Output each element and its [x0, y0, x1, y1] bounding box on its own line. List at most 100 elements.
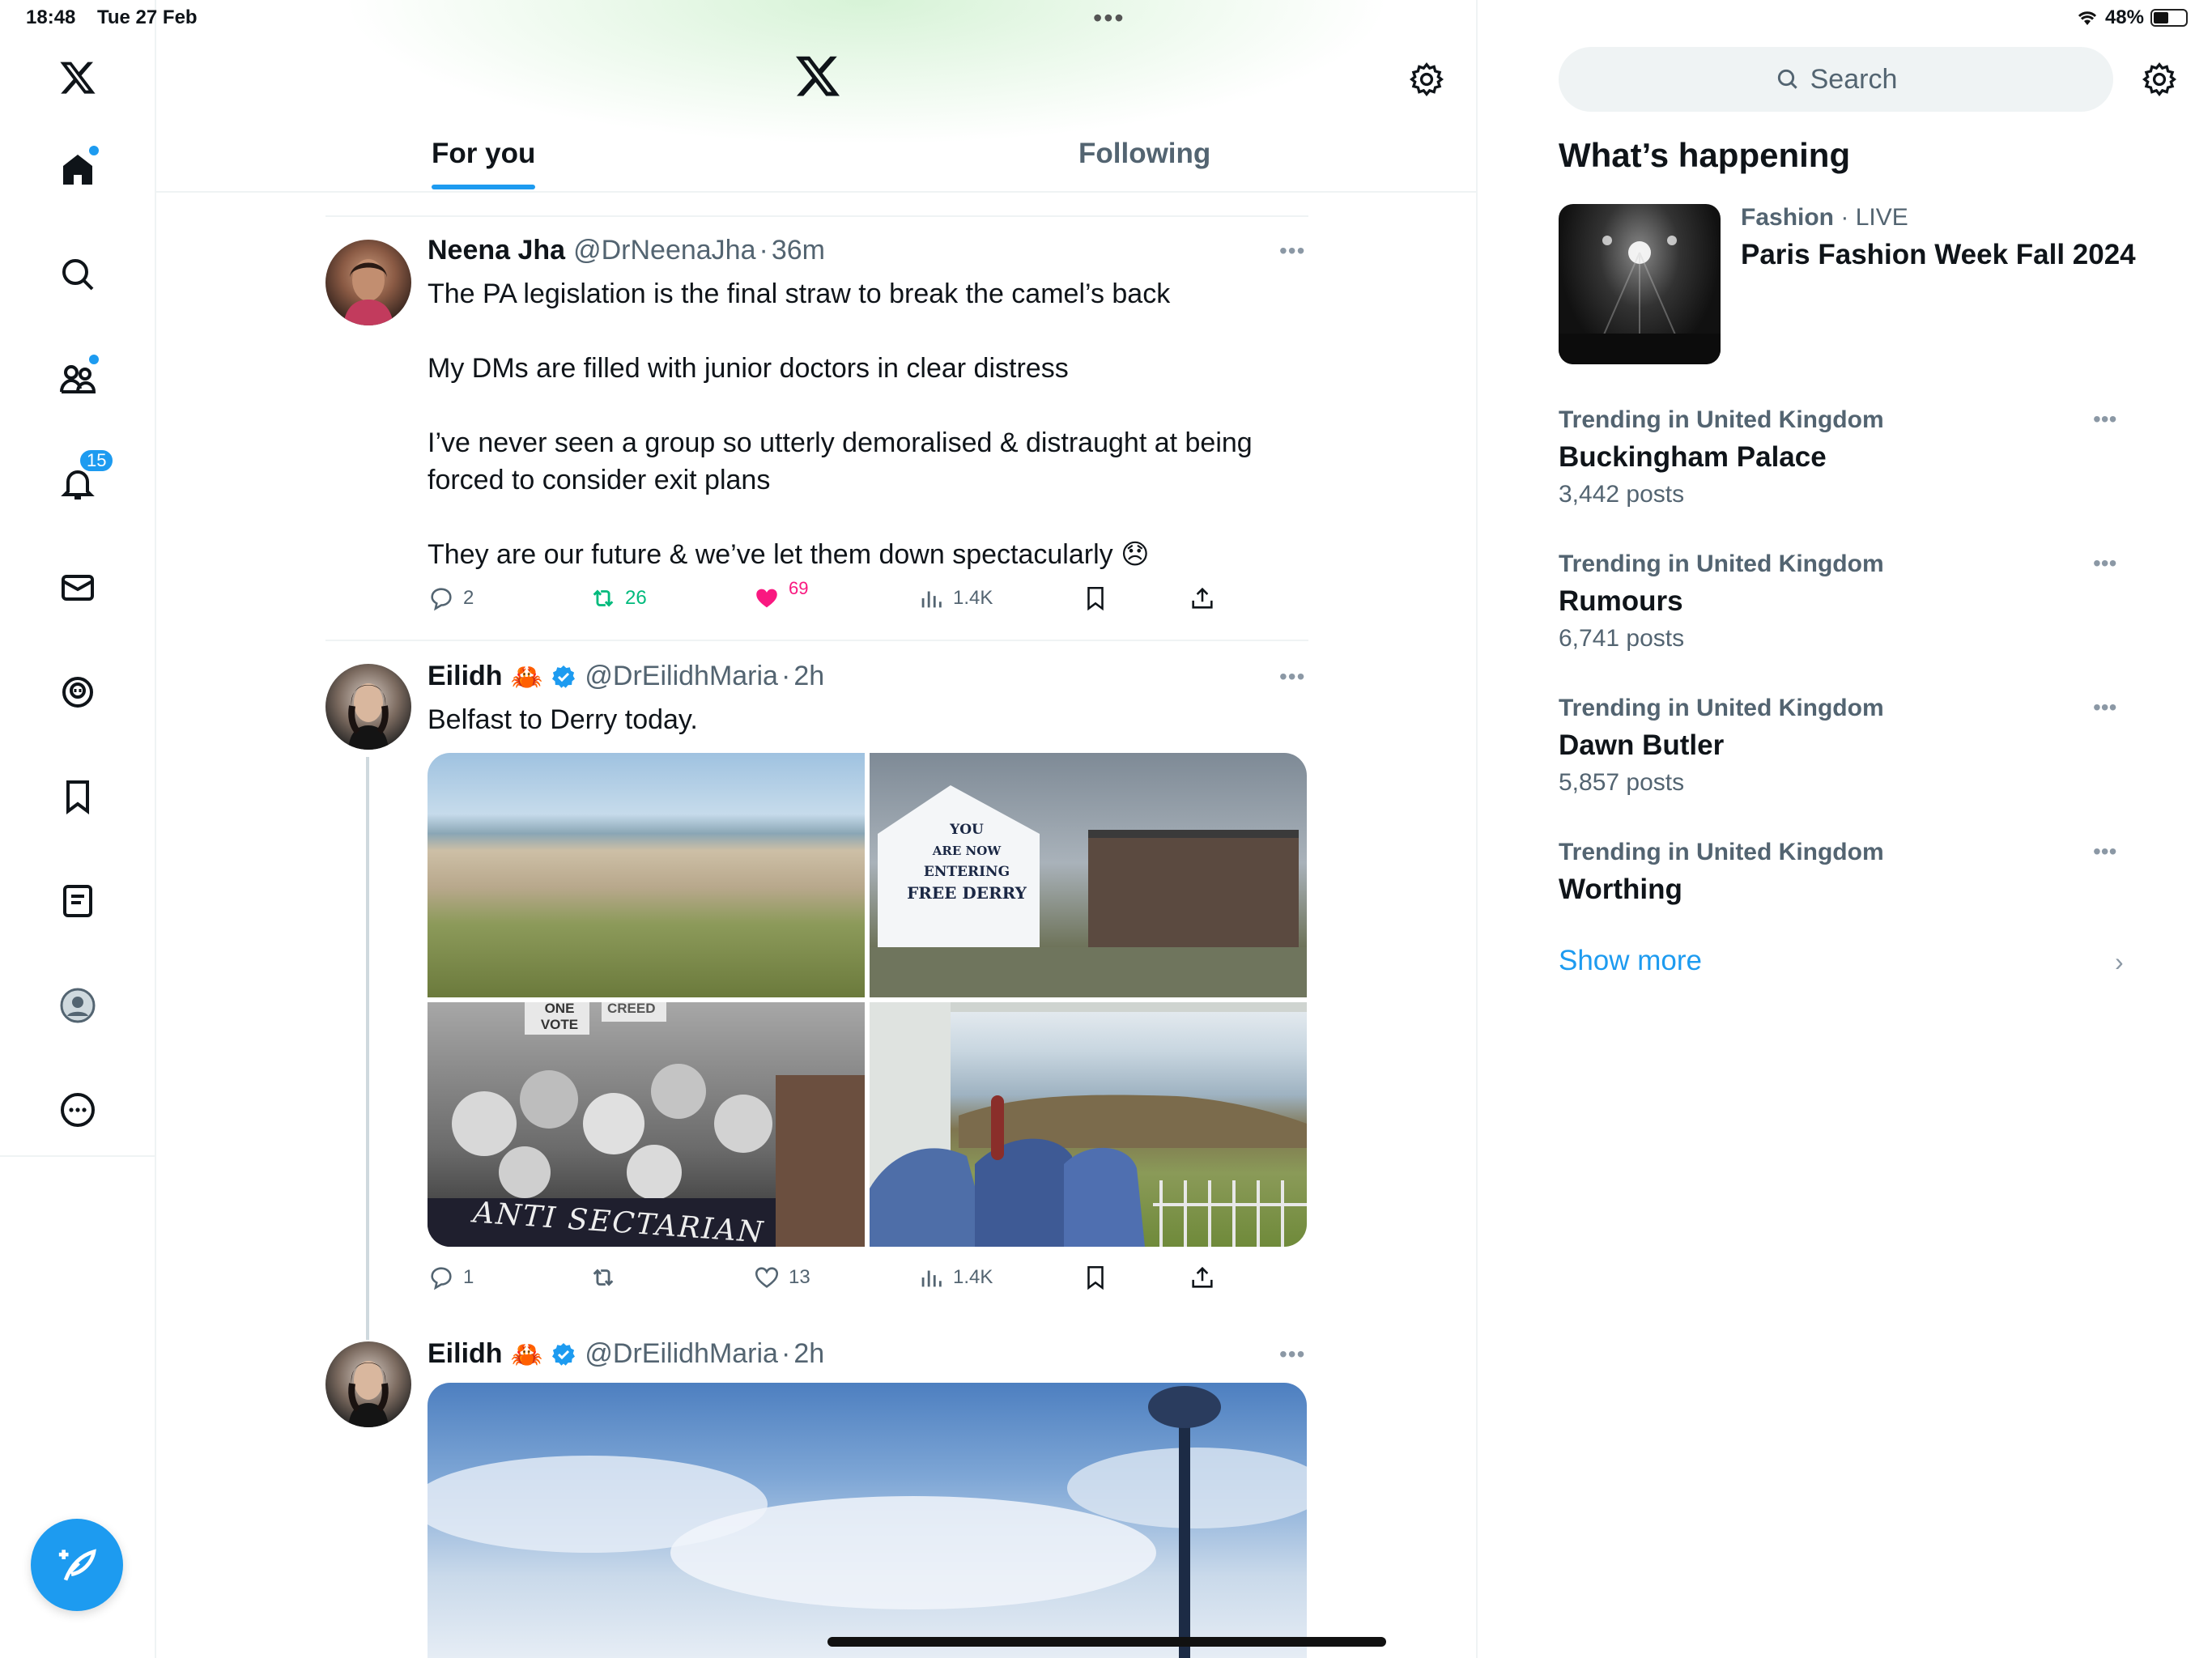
reply-count: 1	[463, 1266, 474, 1288]
tweet-time[interactable]: 36m	[772, 235, 825, 266]
section-title: What’s happening	[1559, 136, 1851, 174]
trend-more-icon[interactable]: •••	[2093, 695, 2116, 721]
search-input[interactable]: Search	[1559, 47, 2113, 112]
tweet-image-train-window[interactable]	[870, 1002, 1307, 1247]
tab-following[interactable]: Following	[1078, 138, 1210, 170]
tweet-author-name[interactable]: Eilidh	[428, 1338, 503, 1370]
heart-icon	[755, 1267, 779, 1288]
like-button[interactable]: 13	[753, 1264, 810, 1291]
views-chart-icon	[921, 591, 942, 608]
tweet-author-name[interactable]: Eilidh	[428, 661, 503, 692]
tweet-image-mural[interactable]: ONE VOTE CREED ANTI SECTARIAN	[428, 1001, 865, 1247]
trend-more-icon[interactable]: •••	[2093, 551, 2116, 576]
views-button[interactable]: 1.4K	[917, 585, 993, 612]
tweet-text: My DMs are filled with junior doctors in…	[428, 353, 1069, 384]
bookmark-icon	[1087, 1265, 1104, 1290]
tweet-time[interactable]: 2h	[793, 661, 824, 692]
status-right: 48%	[2076, 6, 2188, 29]
search-icon[interactable]	[49, 245, 107, 304]
tweet-more-icon[interactable]: •••	[1279, 1341, 1305, 1367]
tweet-time[interactable]: 2h	[793, 1338, 824, 1370]
featured-trend-separator: ·	[1840, 204, 1856, 231]
retweet-button[interactable]: 26	[589, 585, 647, 612]
avatar[interactable]	[325, 1341, 411, 1427]
active-tab-indicator	[432, 185, 535, 189]
tweet-image-free-derry[interactable]: YOU ARE NOW ENTERING FREE DERRY	[870, 753, 1307, 997]
spaces-icon[interactable]	[49, 663, 107, 721]
status-date: Tue 27 Feb	[97, 6, 198, 28]
tweet-separator: ·	[781, 661, 791, 691]
bookmark-button[interactable]	[1082, 585, 1109, 612]
bookmarks-icon[interactable]	[49, 767, 107, 826]
tweet-actions: 1 13 1.4K	[428, 1264, 1310, 1296]
tweet-separator: ·	[759, 235, 768, 266]
thread-connector-line	[366, 757, 369, 1340]
retweet-button[interactable]	[589, 1264, 625, 1291]
home-indicator[interactable]	[827, 1637, 1386, 1647]
tweet-author-emoji: 🦀	[510, 1339, 543, 1369]
reply-button[interactable]: 2	[428, 585, 474, 612]
view-count: 1.4K	[953, 1266, 993, 1288]
featured-trend-meta: Fashion · LIVE	[1741, 204, 1908, 232]
mural-text: FREE DERRY	[907, 883, 1027, 903]
compose-button[interactable]	[31, 1519, 123, 1611]
bookmark-button[interactable]	[1082, 1264, 1109, 1291]
home-icon[interactable]	[49, 141, 107, 199]
trend-title: Rumours	[1559, 585, 1683, 617]
mural-text: ARE NOW	[932, 844, 1002, 858]
tweet-author-handle[interactable]: @DrNeenaJha	[573, 235, 755, 266]
trend-more-icon[interactable]: •••	[2093, 839, 2116, 865]
timeline-settings-gear-icon[interactable]	[1409, 62, 1444, 97]
retweet-icon	[593, 1269, 614, 1286]
home-unread-dot	[89, 146, 99, 155]
tweet-image-beach[interactable]	[428, 753, 865, 997]
share-button[interactable]	[1189, 1264, 1216, 1291]
reply-button[interactable]: 1	[428, 1264, 474, 1291]
trend-count: 3,442 posts	[1559, 481, 1685, 508]
share-button[interactable]	[1189, 585, 1216, 612]
lists-icon[interactable]	[49, 872, 107, 930]
messages-icon[interactable]	[49, 559, 107, 617]
tweet-image-sky[interactable]	[428, 1383, 1307, 1658]
views-button[interactable]: 1.4K	[917, 1264, 993, 1291]
reply-count: 2	[463, 587, 474, 609]
verified-badge-icon[interactable]	[551, 1341, 576, 1367]
communities-unread-dot	[89, 355, 99, 364]
tweet-divider	[325, 215, 1308, 217]
chevron-right-icon: ›	[2115, 947, 2124, 976]
tweet-separator: ·	[781, 1338, 791, 1369]
battery-level	[2154, 12, 2169, 23]
tweet-header: Eilidh 🦀 @DrEilidhMaria · 2h	[428, 1338, 824, 1370]
tweet-author-name[interactable]: Neena Jha	[428, 235, 565, 266]
more-icon[interactable]	[49, 1081, 107, 1139]
trend-context: Trending in United Kingdom	[1559, 551, 1884, 577]
avatar[interactable]	[325, 240, 411, 325]
x-logo-icon[interactable]	[793, 52, 842, 100]
tweet-more-icon[interactable]: •••	[1279, 664, 1305, 690]
tweet-text: They are our future & we’ve let them dow…	[428, 539, 1150, 570]
search-placeholder: Search	[1810, 63, 1898, 95]
tweet-author-handle[interactable]: @DrEilidhMaria	[585, 1338, 778, 1370]
communities-icon[interactable]	[49, 350, 107, 408]
explore-settings-gear-icon[interactable]	[2142, 62, 2177, 97]
avatar[interactable]	[325, 664, 411, 750]
left-nav: 15	[0, 0, 156, 1658]
like-count: 69	[789, 578, 809, 598]
featured-trend-status: LIVE	[1855, 204, 1908, 231]
show-more-link[interactable]: Show more	[1559, 945, 1702, 977]
verified-badge-icon[interactable]	[551, 664, 576, 690]
trend-more-icon[interactable]: •••	[2093, 406, 2116, 432]
featured-trend-image[interactable]	[1559, 204, 1721, 364]
profile-icon[interactable]	[49, 976, 107, 1035]
trend-title: Worthing	[1559, 874, 1682, 905]
battery-icon	[2150, 9, 2188, 27]
compose-feather-icon	[58, 1549, 96, 1581]
tab-for-you[interactable]: For you	[432, 138, 535, 170]
x-logo-icon[interactable]	[49, 49, 107, 107]
notifications-icon[interactable]: 15	[49, 448, 116, 512]
tweet-author-handle[interactable]: @DrEilidhMaria	[585, 661, 778, 692]
multitasking-dots-icon[interactable]: •••	[1093, 3, 1125, 33]
tweet-more-icon[interactable]: •••	[1279, 238, 1305, 264]
like-button[interactable]: 69	[753, 578, 808, 612]
mural-text: YOU	[950, 822, 984, 838]
